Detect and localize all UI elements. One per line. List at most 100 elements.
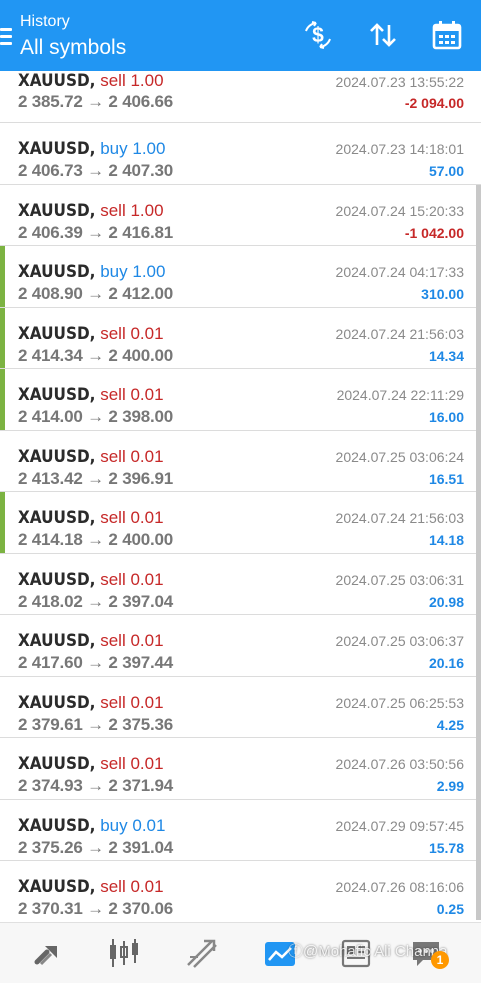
trade-time: 2024.07.25 03:06:37: [335, 633, 464, 649]
trade-symbol: XAUUSD,: [18, 262, 96, 282]
trade-time: 2024.07.25 03:06:24: [335, 448, 464, 465]
trade-row[interactable]: XAUUSD, sell 0.01 2 370.31 → 2 370.06 2024…: [0, 861, 481, 922]
trade-prices: 2 413.42 → 2 396.91: [18, 468, 173, 488]
trade-row[interactable]: XAUUSD, buy 1.00 2 408.90 → 2 412.00 2024.…: [0, 246, 481, 308]
trade-title: XAUUSD, buy 1.00: [18, 139, 165, 159]
trade-title: XAUUSD, sell 0.01: [18, 754, 164, 774]
trade-icon[interactable]: [184, 935, 220, 971]
trade-profit: 310.00: [421, 286, 464, 302]
trade-volume: 0.01: [130, 877, 164, 896]
trade-type: sell: [100, 200, 126, 220]
svg-text:$: $: [312, 24, 324, 47]
trade-volume: 0.01: [130, 631, 164, 650]
trade-symbol: XAUUSD,: [18, 71, 96, 91]
currency-icon[interactable]: $: [301, 18, 335, 52]
row-marker: [0, 246, 5, 307]
trade-prices: 2 417.60 → 2 397.44: [18, 653, 173, 672]
quotes-icon[interactable]: [30, 935, 66, 971]
trade-prices: 2 379.61 → 2 375.36: [18, 714, 173, 734]
trade-row[interactable]: XAUUSD, sell 0.01 2 414.00 → 2 398.00 2024…: [0, 369, 481, 431]
trade-symbol: XAUUSD,: [18, 446, 96, 467]
trade-symbol: XAUUSD,: [18, 692, 96, 713]
trade-type: sell: [100, 631, 126, 650]
trade-profit: 16.00: [428, 409, 464, 425]
trade-prices: 2 406.73 → 2 407.30: [18, 161, 173, 180]
trade-volume: 0.01: [130, 385, 164, 404]
trade-symbol: XAUUSD,: [18, 200, 96, 221]
trade-row[interactable]: XAUUSD, sell 0.01 2 379.61 → 2 375.36 2024…: [0, 676, 481, 738]
trade-profit: -2 094.00: [404, 95, 464, 111]
trade-prices: 2 375.26 → 2 391.04: [18, 837, 173, 857]
trade-volume: 1.00: [130, 71, 164, 90]
row-marker: [0, 369, 5, 430]
trade-title: XAUUSD, sell 0.01: [18, 385, 164, 405]
watermark-text: ⓕ@Mohafic Ali Channa: [288, 943, 448, 960]
trade-volume: 0.01: [130, 446, 164, 466]
trade-type: sell: [100, 323, 126, 343]
trade-row[interactable]: XAUUSD, sell 0.01 2 374.93 → 2 371.94 2024…: [0, 738, 481, 800]
notification-badge: 1: [431, 951, 449, 969]
row-marker: [0, 307, 5, 368]
trade-prices: 2 406.39 → 2 416.81: [18, 222, 173, 242]
chart-icon[interactable]: [106, 935, 142, 971]
trade-type: sell: [100, 71, 126, 90]
trade-type: sell: [100, 569, 126, 589]
trade-profit: -1 042.00: [404, 224, 464, 241]
trade-profit: 15.78: [428, 839, 464, 856]
trade-title: XAUUSD, sell 1.00: [18, 71, 164, 91]
trade-profit: 16.51: [428, 470, 464, 487]
trade-type: buy: [100, 815, 128, 835]
trade-row[interactable]: XAUUSD, buy 1.00 2 406.73 → 2 407.30 2024.…: [0, 123, 481, 185]
trade-volume: 0.01: [130, 754, 164, 773]
trade-title: XAUUSD, sell 0.01: [18, 877, 164, 897]
trade-type: sell: [100, 385, 126, 404]
trade-symbol: XAUUSD,: [18, 139, 96, 159]
trade-type: sell: [100, 692, 126, 712]
trade-type: sell: [100, 446, 126, 466]
trade-time: 2024.07.23 13:55:22: [335, 74, 464, 90]
trade-title: XAUUSD, sell 1.00: [18, 201, 164, 221]
trade-volume: 0.01: [130, 508, 164, 527]
trade-row[interactable]: XAUUSD, sell 1.00 2 385.72 → 2 406.66 2024…: [0, 71, 481, 123]
row-marker: [0, 492, 5, 553]
trade-time: 2024.07.26 08:16:06: [335, 879, 464, 895]
trade-type: buy: [100, 139, 128, 158]
app-header: History All symbols $: [0, 0, 481, 71]
trade-symbol: XAUUSD,: [18, 754, 96, 774]
trade-row[interactable]: XAUUSD, sell 0.01 2 414.18 → 2 400.00 2024…: [0, 492, 481, 554]
trade-type: buy: [100, 262, 128, 281]
trade-volume: 0.01: [132, 815, 166, 835]
trade-symbol: XAUUSD,: [18, 631, 96, 651]
trade-volume: 0.01: [130, 692, 164, 712]
trade-time: 2024.07.23 14:18:01: [335, 141, 464, 157]
trade-prices: 2 385.72 → 2 406.66: [18, 92, 173, 111]
sort-icon[interactable]: [366, 18, 400, 52]
trade-symbol: XAUUSD,: [18, 508, 96, 528]
trade-prices: 2 374.93 → 2 371.94: [18, 776, 173, 795]
calendar-icon[interactable]: [430, 18, 464, 52]
trade-row[interactable]: XAUUSD, sell 1.00 2 406.39 → 2 416.81 2024…: [0, 184, 481, 246]
trade-row[interactable]: XAUUSD, buy 0.01 2 375.26 → 2 391.04 2024.…: [0, 799, 481, 861]
menu-icon[interactable]: [0, 28, 12, 46]
scrollbar[interactable]: [476, 185, 481, 920]
trade-profit: 2.99: [436, 778, 464, 794]
trade-history-list[interactable]: XAUUSD, sell 1.00 2 385.72 → 2 406.66 2024…: [0, 71, 481, 922]
trade-volume: 0.01: [130, 569, 164, 589]
trade-title: XAUUSD, sell 0.01: [18, 693, 164, 713]
trade-symbol: XAUUSD,: [18, 815, 96, 836]
trade-prices: 2 414.18 → 2 400.00: [18, 530, 173, 549]
trade-row[interactable]: XAUUSD, sell 0.01 2 413.42 → 2 396.91 2024…: [0, 430, 481, 492]
trade-row[interactable]: XAUUSD, sell 0.01 2 418.02 → 2 397.04 2024…: [0, 553, 481, 615]
trade-row[interactable]: XAUUSD, sell 0.01 2 414.34 → 2 400.00 2024…: [0, 307, 481, 369]
trade-time: 2024.07.24 21:56:03: [335, 510, 464, 526]
trade-prices: 2 414.34 → 2 400.00: [18, 345, 173, 365]
header-title[interactable]: All symbols: [20, 36, 126, 60]
trade-title: XAUUSD, sell 0.01: [18, 508, 164, 528]
trade-type: sell: [100, 877, 126, 896]
trade-type: sell: [100, 508, 126, 527]
trade-prices: 2 414.00 → 2 398.00: [18, 407, 173, 426]
trade-row[interactable]: XAUUSD, sell 0.01 2 417.60 → 2 397.44 2024…: [0, 615, 481, 677]
header-subtitle: History: [20, 13, 70, 30]
trade-time: 2024.07.25 06:25:53: [335, 694, 464, 711]
trade-title: XAUUSD, buy 1.00: [18, 262, 165, 282]
